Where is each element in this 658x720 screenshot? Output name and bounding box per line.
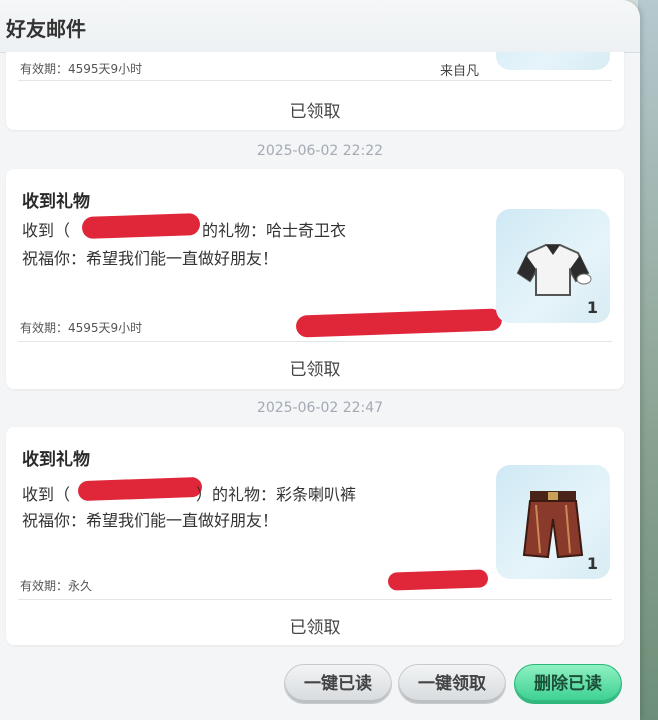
mail-blessing: 祝福你：希望我们能一直做好朋友！: [22, 249, 279, 268]
claimed-status: 已领取: [289, 102, 341, 122]
sender-text: 来自凡: [440, 64, 480, 79]
page-title: 好友邮件: [6, 17, 86, 41]
mail-card[interactable]: 收到礼物 收到（ 的礼物：哈士奇卫衣 祝福你：希望我们能一直做好朋友！ 有效期：…: [6, 169, 624, 389]
gift-thumbnail[interactable]: 1: [496, 209, 610, 323]
expiry-text: 有效期：4595天9小时: [20, 62, 143, 76]
card-divider: [18, 80, 612, 81]
mail-date: 2025-06-02 22:47: [256, 400, 384, 416]
gift-thumbnail: [496, 52, 610, 70]
gift-count: 1: [586, 298, 598, 317]
redaction-mark: [387, 569, 489, 591]
mail-line-suffix: ）的礼物：彩条喇叭裤: [196, 485, 357, 504]
delete-read-button[interactable]: 删除已读: [514, 664, 622, 704]
mail-line-suffix: 的礼物：哈士奇卫衣: [202, 221, 347, 240]
mail-line-prefix: 收到（: [22, 485, 71, 504]
mail-panel: 好友邮件 有效期：4595天9小时 来自凡 已领取 2025-06-02 22:…: [0, 0, 640, 720]
mail-list[interactable]: 有效期：4595天9小时 来自凡 已领取 2025-06-02 22:22 收到…: [0, 52, 640, 652]
redaction-mark: [295, 308, 503, 338]
gift-count: 1: [586, 554, 598, 573]
redaction-mark: [77, 476, 203, 502]
panel-header: 好友邮件: [0, 0, 640, 53]
expiry-text: 有效期：永久: [20, 579, 93, 593]
mail-title: 收到礼物: [22, 192, 90, 212]
expiry-text: 有效期：4595天9小时: [20, 321, 143, 335]
gift-thumbnail[interactable]: 1: [496, 465, 610, 579]
card-divider: [18, 341, 612, 342]
claimed-status: 已领取: [289, 360, 341, 380]
mail-blessing: 祝福你：希望我们能一直做好朋友！: [22, 511, 279, 530]
claim-all-button[interactable]: 一键领取: [398, 664, 506, 704]
mail-date: 2025-06-02 22:22: [256, 143, 384, 159]
background-edge: [638, 0, 658, 720]
mail-card[interactable]: 有效期：4595天9小时 来自凡 已领取: [6, 52, 624, 130]
card-divider: [18, 599, 612, 600]
mail-title: 收到礼物: [22, 450, 90, 470]
redaction-mark: [81, 212, 201, 240]
claimed-status: 已领取: [289, 618, 341, 638]
mail-card[interactable]: 收到礼物 收到（ ）的礼物：彩条喇叭裤 祝福你：希望我们能一直做好朋友！ 有效期…: [6, 427, 624, 645]
read-all-button[interactable]: 一键已读: [284, 664, 392, 704]
mail-line-prefix: 收到（: [22, 221, 71, 240]
